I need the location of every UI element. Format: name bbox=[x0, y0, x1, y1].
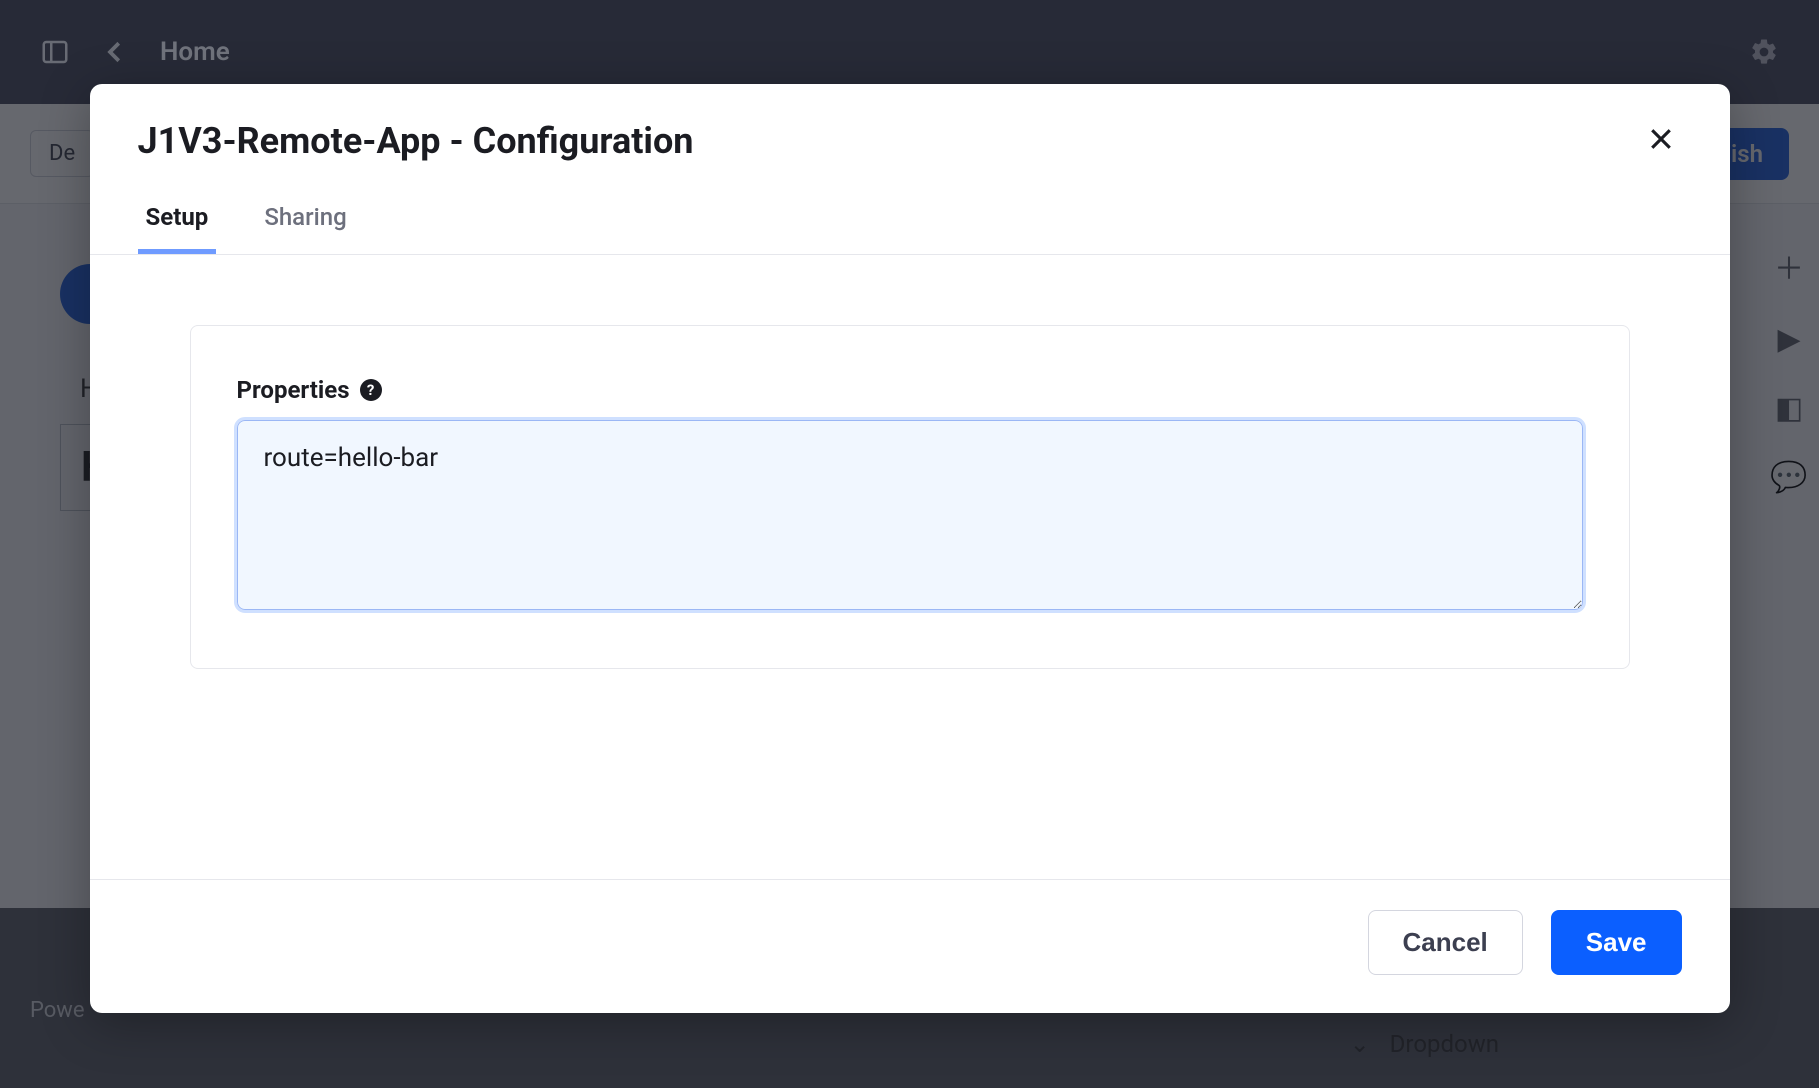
tab-setup[interactable]: Setup bbox=[138, 189, 217, 254]
modal-tabs: Setup Sharing bbox=[90, 189, 1730, 255]
properties-label: Properties bbox=[237, 376, 350, 404]
properties-textarea[interactable] bbox=[237, 420, 1583, 610]
modal-footer: Cancel Save bbox=[90, 879, 1730, 1013]
tab-sharing[interactable]: Sharing bbox=[256, 189, 354, 254]
cancel-button[interactable]: Cancel bbox=[1368, 910, 1523, 975]
close-button[interactable] bbox=[1640, 118, 1682, 163]
save-button[interactable]: Save bbox=[1551, 910, 1682, 975]
modal-body: Properties ? bbox=[90, 255, 1730, 699]
properties-label-row: Properties ? bbox=[237, 376, 1583, 404]
help-icon[interactable]: ? bbox=[360, 379, 382, 401]
modal-header: J1V3-Remote-App - Configuration bbox=[90, 84, 1730, 189]
modal-title: J1V3-Remote-App - Configuration bbox=[138, 120, 694, 162]
close-icon bbox=[1646, 124, 1676, 154]
modal-overlay[interactable]: J1V3-Remote-App - Configuration Setup Sh… bbox=[0, 0, 1819, 1088]
properties-panel: Properties ? bbox=[190, 325, 1630, 669]
configuration-modal: J1V3-Remote-App - Configuration Setup Sh… bbox=[90, 84, 1730, 1013]
